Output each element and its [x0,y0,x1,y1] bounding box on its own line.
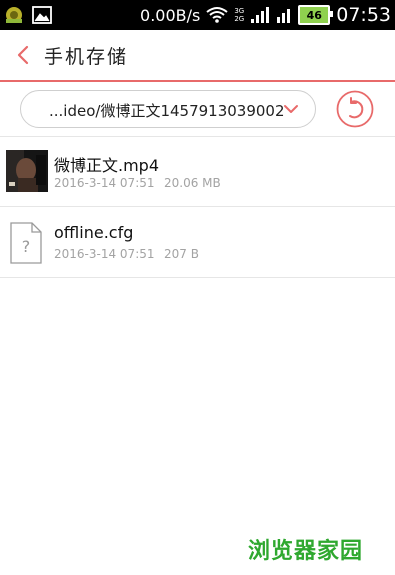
network-3g-label: 3G [234,7,245,15]
file-row[interactable]: 微博正文.mp4 2016-3-14 07:51 20.06 MB [0,137,395,207]
file-row[interactable]: ? offline.cfg 2016-3-14 07:51 207 B [0,208,395,278]
file-size: 20.06 MB [164,176,221,190]
undo-icon[interactable] [336,90,374,128]
battery-level: 46 [306,8,322,22]
watermark: 浏览器家园 [248,539,364,564]
path-bar: ...ideo/微博正文1457913039002 [0,82,395,137]
page-title: 手机存储 [44,46,129,68]
battery-icon: 46 [298,5,334,25]
file-date: 2016-3-14 07:51 [54,247,155,261]
status-bar: 0.00B/s 3G 2G 46 07:53 [0,0,395,30]
status-bar-left [4,5,52,25]
network-2g-label: 2G [234,15,245,23]
wifi-icon [206,7,228,23]
video-thumbnail [6,150,48,192]
app-notification-icon [6,7,22,23]
net-speed: 0.00B/s [140,5,201,25]
file-name: offline.cfg [54,223,134,242]
path-selector[interactable]: ...ideo/微博正文1457913039002 [20,90,316,128]
title-bar: 手机存储 [0,30,395,82]
image-notification-icon [32,6,52,24]
file-name: 微博正文.mp4 [54,156,160,175]
unknown-file-icon: ? [10,222,42,264]
svg-text:?: ? [22,237,31,256]
chevron-left-icon[interactable] [12,43,34,67]
chevron-down-icon [284,105,298,113]
signal-2-icon [277,9,291,23]
status-bar-right: 0.00B/s 3G 2G 46 07:53 [140,3,391,27]
current-path: ...ideo/微博正文1457913039002 [49,102,285,120]
file-date: 2016-3-14 07:51 [54,176,155,190]
signal-icon [251,7,270,23]
network-type: 3G 2G [234,7,244,23]
file-size: 207 B [164,247,199,261]
clock: 07:53 [336,4,391,26]
